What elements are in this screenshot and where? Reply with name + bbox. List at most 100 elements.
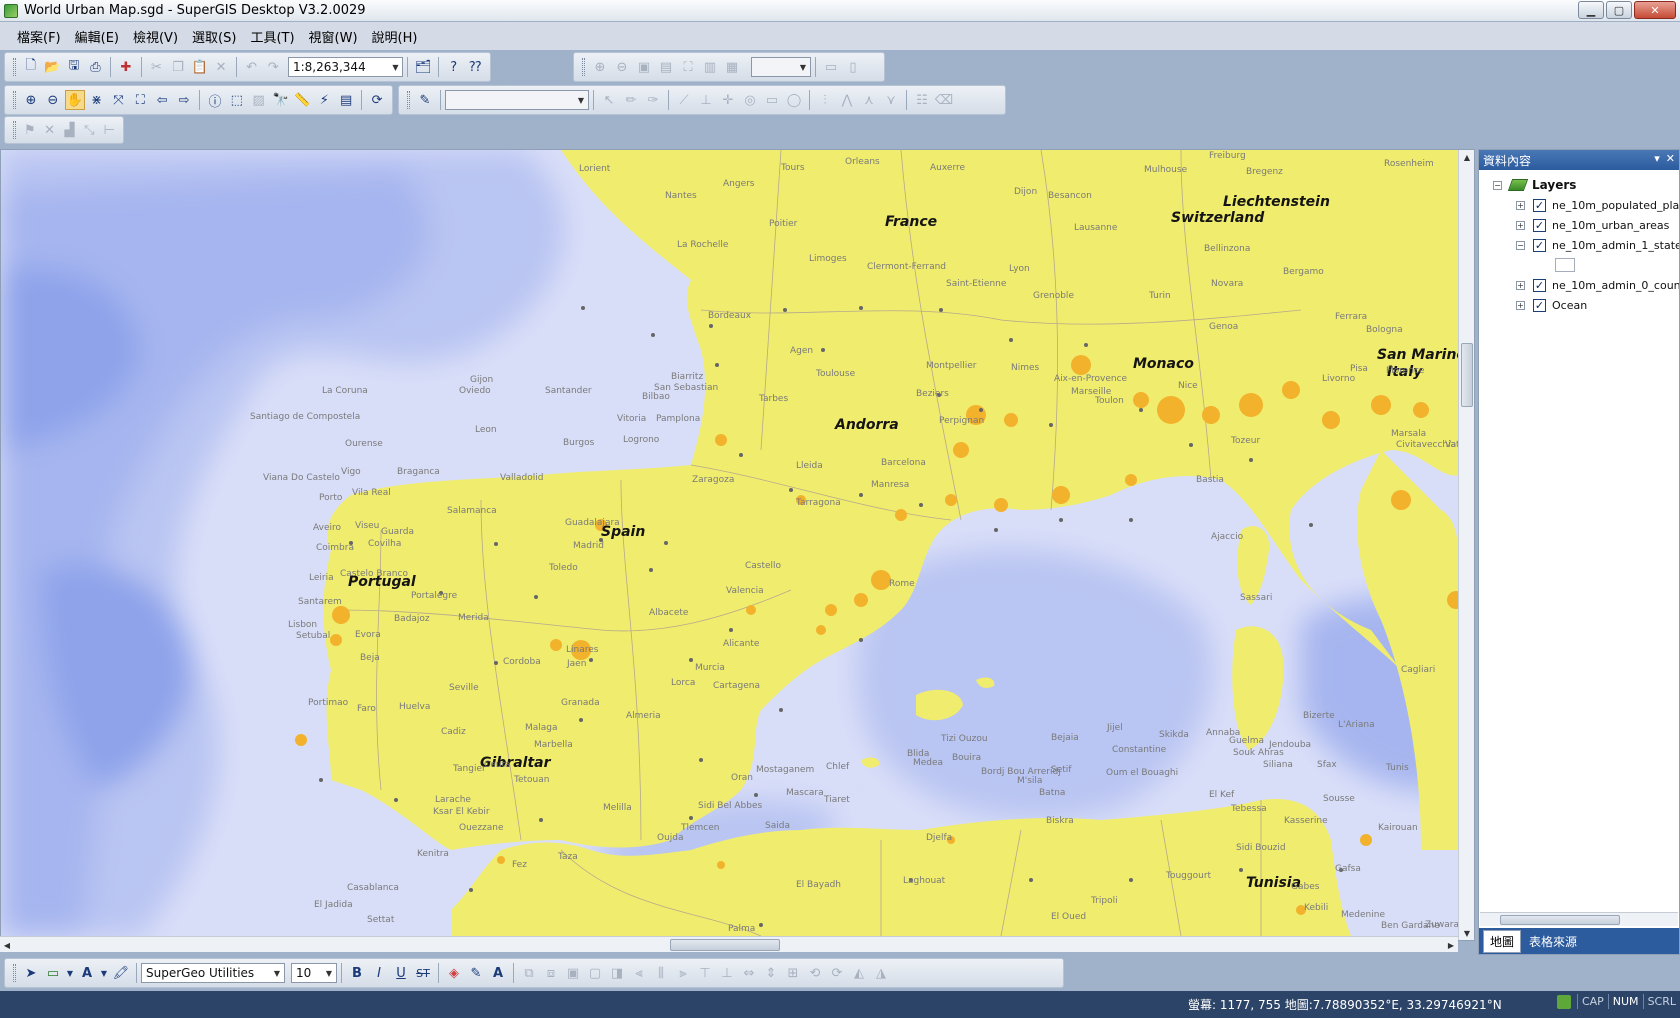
toolbar-grip[interactable] xyxy=(582,58,585,76)
maximize-button[interactable]: ▢ xyxy=(1606,1,1632,19)
toolbar-grip[interactable] xyxy=(407,91,410,109)
fill-color-icon[interactable]: ◈ xyxy=(444,963,464,983)
toc-layer[interactable]: + ✓ ne_10m_admin_0_countries xyxy=(1516,276,1679,294)
toc-layer[interactable]: − ✓ ne_10m_admin_1_states xyxy=(1516,236,1679,254)
align-top-icon[interactable]: ⊤ xyxy=(695,963,715,983)
fixed-zoom-in-icon[interactable]: ⋇ xyxy=(87,90,107,110)
rotate-left-icon[interactable]: ⟲ xyxy=(805,963,825,983)
network-path-icon[interactable]: ⊢ xyxy=(100,120,118,140)
toc-layer[interactable]: + ✓ Ocean xyxy=(1516,296,1587,314)
italic-button[interactable]: I xyxy=(369,963,389,983)
chevron-down-icon[interactable]: ▼ xyxy=(796,58,810,76)
collapse-icon[interactable]: − xyxy=(1493,180,1502,190)
network-flag-icon[interactable]: ⚑ xyxy=(21,120,39,140)
align-center-icon[interactable]: ⫼ xyxy=(651,963,671,983)
close-button[interactable]: ✕ xyxy=(1634,1,1676,19)
ungroup-icon[interactable]: ⧈ xyxy=(541,963,561,983)
help-icon[interactable]: ? xyxy=(444,57,464,77)
map-horizontal-scrollbar[interactable]: ◀ ▶ xyxy=(0,936,1458,952)
minimize-button[interactable]: ▁ xyxy=(1578,1,1604,19)
layout-toggle-icon[interactable]: ▭ xyxy=(821,57,841,77)
chevron-down-icon[interactable]: ▼ xyxy=(322,964,336,982)
toc-horizontal-scrollbar[interactable] xyxy=(1480,912,1678,926)
pan-icon[interactable]: ✋ xyxy=(64,90,85,110)
select-element-icon[interactable]: ➤ xyxy=(21,963,41,983)
underline-button[interactable]: U xyxy=(391,963,411,983)
toolbar-grip[interactable] xyxy=(13,91,16,109)
hyperlink-icon[interactable]: ⚡ xyxy=(314,90,334,110)
distribute-v-icon[interactable]: ⇕ xyxy=(761,963,781,983)
flip-h-icon[interactable]: ◭ xyxy=(849,963,869,983)
close-icon[interactable]: ✕ xyxy=(1666,152,1675,165)
editor-menu-icon[interactable]: ✎ xyxy=(415,90,435,110)
scroll-thumb[interactable] xyxy=(1461,343,1473,407)
edit-tool-icon[interactable]: ↖ xyxy=(599,90,619,110)
zoom-in-icon[interactable]: ⊕ xyxy=(21,90,41,110)
network-trace-icon[interactable]: ⤡ xyxy=(80,120,98,140)
expand-icon[interactable]: + xyxy=(1516,200,1525,210)
toolbar-grip[interactable] xyxy=(13,964,16,982)
font-family-combo[interactable]: SuperGeo Utilities ▼ xyxy=(141,963,285,983)
text-icon[interactable]: A xyxy=(77,963,97,983)
reshape-icon[interactable]: ✑ xyxy=(643,90,663,110)
zoom-out-icon[interactable]: ⊖ xyxy=(43,90,63,110)
target-layer-combo[interactable]: ▼ xyxy=(445,90,589,110)
menu-select[interactable]: 選取(S) xyxy=(185,27,243,46)
tab-map[interactable]: 地圖 xyxy=(1483,929,1522,953)
bold-button[interactable]: B xyxy=(347,963,367,983)
menu-file[interactable]: 檔案(F) xyxy=(10,27,68,46)
expand-icon[interactable]: + xyxy=(1516,280,1525,290)
forward-extent-icon[interactable]: ⇨ xyxy=(174,90,194,110)
menu-help[interactable]: 說明(H) xyxy=(365,27,425,46)
menu-edit[interactable]: 編輯(E) xyxy=(68,27,126,46)
delete-icon[interactable]: ✕ xyxy=(211,57,231,77)
send-back-icon[interactable]: ▢ xyxy=(585,963,605,983)
font-color-icon[interactable]: A xyxy=(488,963,508,983)
layout-full-icon[interactable]: ⛶ xyxy=(678,57,698,77)
circle-icon[interactable]: ◯ xyxy=(784,90,804,110)
erase-icon[interactable]: ⌫ xyxy=(934,90,954,110)
line-color-icon[interactable]: ✎ xyxy=(466,963,486,983)
flip-v-icon[interactable]: ◮ xyxy=(871,963,891,983)
scroll-up-icon[interactable]: ▲ xyxy=(1459,150,1475,164)
network-barrier-icon[interactable]: ✕ xyxy=(41,120,59,140)
align-right-icon[interactable]: ⫸ xyxy=(673,963,693,983)
layout-page-setup-icon[interactable]: ▯ xyxy=(843,57,863,77)
dropdown-icon[interactable]: ▾ xyxy=(1654,152,1660,165)
redo-icon[interactable]: ↷ xyxy=(263,57,283,77)
expand-icon[interactable]: + xyxy=(1516,220,1525,230)
snap-icon[interactable]: ◎ xyxy=(740,90,760,110)
identify-icon[interactable]: ⓘ xyxy=(205,90,225,110)
toc-layer[interactable]: + ✓ ne_10m_urban_areas xyxy=(1516,216,1669,234)
layer-visibility-checkbox[interactable]: ✓ xyxy=(1533,278,1546,292)
tab-table-source[interactable]: 表格來源 xyxy=(1523,931,1583,952)
map-canvas[interactable]: France Switzerland Liechtenstein Monaco … xyxy=(1,150,1459,936)
layout-page-icon[interactable]: ▦ xyxy=(722,57,742,77)
menu-window[interactable]: 視窗(W) xyxy=(302,27,365,46)
same-size-icon[interactable]: ⊞ xyxy=(783,963,803,983)
group-icon[interactable]: ⧉ xyxy=(519,963,539,983)
toc-root[interactable]: − Layers xyxy=(1493,176,1576,194)
full-extent-icon[interactable]: ⛶ xyxy=(130,90,150,110)
menu-view[interactable]: 檢視(V) xyxy=(126,27,185,46)
paste-icon[interactable]: 📋 xyxy=(190,57,210,77)
perpendicular-icon[interactable]: ⊥ xyxy=(696,90,716,110)
add-data-icon[interactable]: ✚ xyxy=(116,57,136,77)
scroll-thumb[interactable] xyxy=(1500,915,1620,925)
scale-combo[interactable]: 1:8,263,344 ▼ xyxy=(287,57,404,77)
map-view[interactable]: France Switzerland Liechtenstein Monaco … xyxy=(0,149,1475,941)
scroll-left-icon[interactable]: ◀ xyxy=(0,937,14,953)
cross-icon[interactable]: ✛ xyxy=(718,90,738,110)
rotate-right-icon[interactable]: ⟳ xyxy=(827,963,847,983)
intersect-icon[interactable]: ⋎ xyxy=(881,90,901,110)
layer-visibility-checkbox[interactable]: ✓ xyxy=(1533,238,1546,252)
scroll-down-icon[interactable]: ▼ xyxy=(1459,926,1475,940)
layout-zoom-combo[interactable]: ▼ xyxy=(751,57,811,77)
chevron-down-icon[interactable]: ▼ xyxy=(65,963,75,983)
layout-fixed-zoom-icon[interactable]: ▤ xyxy=(656,57,676,77)
print-icon[interactable]: ⎙ xyxy=(86,57,106,77)
map-vertical-scrollbar[interactable]: ▲ ▼ xyxy=(1458,150,1474,940)
measure-icon[interactable]: 📏 xyxy=(293,90,313,110)
menu-tools[interactable]: 工具(T) xyxy=(243,27,301,46)
chevron-down-icon[interactable]: ▼ xyxy=(99,963,109,983)
